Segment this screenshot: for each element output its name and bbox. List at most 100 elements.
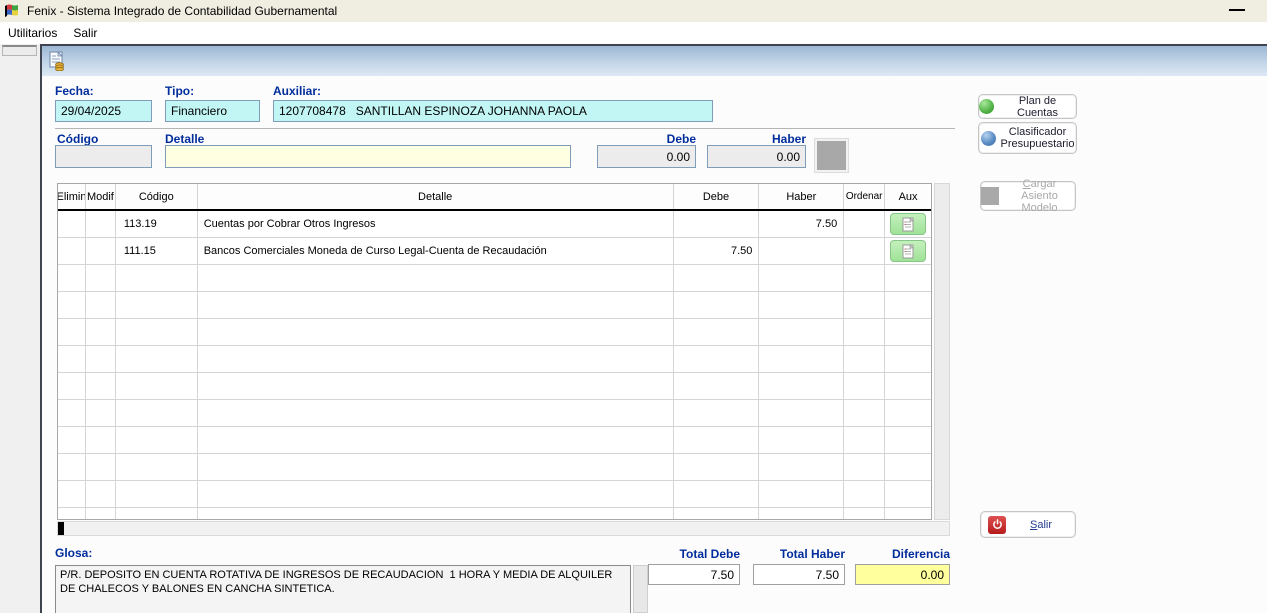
cell-debe	[674, 481, 760, 507]
table-row-empty	[58, 319, 931, 346]
cell-codigo	[116, 481, 198, 507]
cell-aux	[885, 292, 931, 318]
plan-de-cuentas-label: Plan de Cuentas	[999, 95, 1076, 119]
table-row-empty	[58, 346, 931, 373]
cell-codigo	[116, 400, 198, 426]
debe-input[interactable]: 0.00	[597, 145, 696, 168]
cell-elimin	[58, 211, 86, 237]
table-row-empty	[58, 292, 931, 319]
cell-modif	[86, 454, 116, 480]
cell-ordenar	[844, 319, 885, 345]
table-vertical-scrollbar[interactable]	[934, 183, 950, 520]
salir-button[interactable]: Salir	[980, 511, 1076, 538]
green-sphere-icon	[979, 99, 994, 114]
cell-ordenar	[844, 508, 885, 520]
cell-debe	[674, 373, 760, 399]
table-row[interactable]: 113.19Cuentas por Cobrar Otros Ingresos7…	[58, 211, 931, 238]
clasificador-label: Clasificador Presupuestario	[1001, 126, 1075, 150]
diferencia-label: Diferencia	[855, 547, 950, 561]
cell-codigo: 111.15	[116, 238, 198, 264]
cell-ordenar	[844, 292, 885, 318]
detalle-label: Detalle	[165, 132, 204, 146]
cell-aux	[885, 400, 931, 426]
detalle-input[interactable]	[165, 145, 571, 168]
minimize-button[interactable]	[1229, 9, 1245, 11]
header-debe: Debe	[674, 184, 760, 209]
cell-elimin	[58, 373, 86, 399]
table-row-empty	[58, 454, 931, 481]
window-title: Fenix - Sistema Integrado de Contabilida…	[27, 4, 337, 18]
cell-modif	[86, 508, 116, 520]
cell-haber	[759, 292, 844, 318]
cell-detalle	[198, 319, 674, 345]
aux-button[interactable]	[890, 240, 926, 262]
title-bar: Fenix - Sistema Integrado de Contabilida…	[0, 0, 1267, 22]
table-row-empty	[58, 427, 931, 454]
cell-codigo	[116, 346, 198, 372]
cell-ordenar	[844, 346, 885, 372]
scrollbar-thumb[interactable]	[58, 522, 64, 535]
cell-ordenar	[844, 454, 885, 480]
cell-detalle	[198, 265, 674, 291]
cell-aux	[885, 265, 931, 291]
cell-haber	[759, 400, 844, 426]
plan-de-cuentas-button[interactable]: Plan de Cuentas	[978, 94, 1077, 119]
cell-aux	[885, 319, 931, 345]
header-codigo: Código	[116, 184, 198, 209]
table-horizontal-scrollbar[interactable]	[57, 521, 950, 536]
cell-codigo	[116, 373, 198, 399]
table-row[interactable]: 111.15Bancos Comerciales Moneda de Curso…	[58, 238, 931, 265]
total-haber-label: Total Haber	[753, 547, 845, 561]
cell-aux	[885, 238, 931, 264]
table-row-empty	[58, 508, 931, 520]
minimized-child-window[interactable]	[2, 45, 37, 56]
cell-detalle	[198, 373, 674, 399]
cell-haber	[759, 346, 844, 372]
auxiliar-input[interactable]: 1207708478 SANTILLAN ESPINOZA JOHANNA PA…	[273, 100, 713, 122]
document-list-icon	[902, 217, 914, 232]
cell-elimin	[58, 265, 86, 291]
glosa-scrollbar[interactable]	[633, 565, 648, 613]
codigo-input[interactable]	[55, 145, 152, 168]
cell-haber	[759, 238, 844, 264]
salir-label: Salir	[1030, 519, 1052, 531]
cell-haber: 7.50	[759, 211, 844, 237]
header-aux: Aux	[885, 184, 931, 209]
tipo-input[interactable]: Financiero	[165, 100, 260, 122]
aux-button[interactable]	[890, 213, 926, 235]
cell-detalle	[198, 508, 674, 520]
cell-debe	[674, 508, 760, 520]
cell-elimin	[58, 292, 86, 318]
glosa-textarea[interactable]: P/R. DEPOSITO EN CUENTA ROTATIVA DE INGR…	[55, 565, 631, 613]
cell-ordenar	[844, 211, 885, 237]
cell-ordenar	[844, 373, 885, 399]
cell-debe	[674, 211, 760, 237]
cell-haber	[759, 373, 844, 399]
cell-ordenar	[844, 427, 885, 453]
cell-detalle	[198, 346, 674, 372]
menu-item-utilitarios[interactable]: Utilitarios	[0, 24, 65, 42]
cargar-asiento-modelo-button[interactable]: Cargar Asiento Modelo	[980, 181, 1076, 211]
cell-elimin	[58, 454, 86, 480]
cell-aux	[885, 427, 931, 453]
cell-ordenar	[844, 265, 885, 291]
cell-modif	[86, 346, 116, 372]
cell-debe	[674, 346, 760, 372]
cell-debe	[674, 292, 760, 318]
clasificador-presupuestario-button[interactable]: Clasificador Presupuestario	[978, 122, 1077, 154]
fecha-input[interactable]: 29/04/2025	[55, 100, 152, 122]
cell-codigo	[116, 292, 198, 318]
cell-aux	[885, 211, 931, 237]
menu-item-salir[interactable]: Salir	[65, 24, 105, 42]
cell-modif	[86, 427, 116, 453]
cell-elimin	[58, 238, 86, 264]
table-row-empty	[58, 265, 931, 292]
haber-input[interactable]: 0.00	[707, 145, 806, 168]
gray-square-icon	[981, 187, 999, 205]
tipo-label: Tipo:	[165, 84, 194, 98]
entry-action-button[interactable]	[815, 139, 848, 172]
header-modif: Modif	[86, 184, 116, 209]
cargar-asiento-label: Cargar Asiento Modelo	[1004, 178, 1075, 214]
cell-modif	[86, 265, 116, 291]
document-coins-icon[interactable]	[48, 51, 66, 71]
